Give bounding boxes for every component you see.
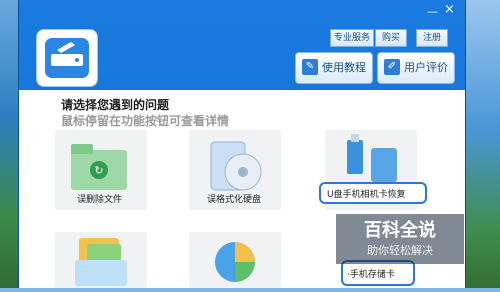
tutorial-button[interactable]: ✎ 使用教程 xyxy=(295,52,373,84)
pie-chart-icon xyxy=(215,242,255,282)
user-review-button[interactable]: ✐ 用户评价 xyxy=(377,52,455,84)
app-logo xyxy=(36,29,98,87)
pro-service-button[interactable]: 专业服务 xyxy=(330,29,374,47)
option-tile-partition[interactable] xyxy=(189,232,281,288)
edit-icon: ✐ xyxy=(384,59,400,75)
book-icon: ✎ xyxy=(302,59,318,75)
tutorial-label: 使用教程 xyxy=(322,61,366,74)
minimize-button[interactable]: — xyxy=(427,6,438,17)
register-button[interactable]: 注册 xyxy=(416,29,448,47)
watermark-brand: 百科全说 xyxy=(364,220,436,241)
documents-box-icon xyxy=(75,238,127,286)
close-button[interactable]: × xyxy=(444,3,455,16)
desktop-background-right xyxy=(462,0,500,288)
phone-storage-card-label: ·手机存储卡 xyxy=(347,270,395,280)
option-tile-documents[interactable] xyxy=(55,232,147,288)
option-deleted-files-label: 误删除文件 xyxy=(77,195,123,205)
option-formatted-disk-label: 误格式化硬盘 xyxy=(207,195,262,205)
buy-button[interactable]: 购买 xyxy=(375,29,407,47)
user-review-label: 用户评价 xyxy=(404,61,448,74)
option-usb-card-recovery-label: U盘手机相机卡恢复 xyxy=(327,190,406,200)
page-hint: 鼠标停留在功能按钮可查看详情 xyxy=(61,114,230,128)
hard-drive-wrench-icon xyxy=(45,38,89,78)
watermark-slogan: 助你轻松解决 xyxy=(367,244,433,257)
page-title: 请选择您遇到的问题 xyxy=(61,98,170,112)
svg-text:↻: ↻ xyxy=(94,164,103,177)
desktop-background-left xyxy=(0,0,18,288)
watermark-overlay: 百科全说 助你轻松解决 xyxy=(336,214,464,264)
option-usb-card-recovery-label-highlight[interactable]: U盘手机相机卡恢复 xyxy=(319,182,427,204)
